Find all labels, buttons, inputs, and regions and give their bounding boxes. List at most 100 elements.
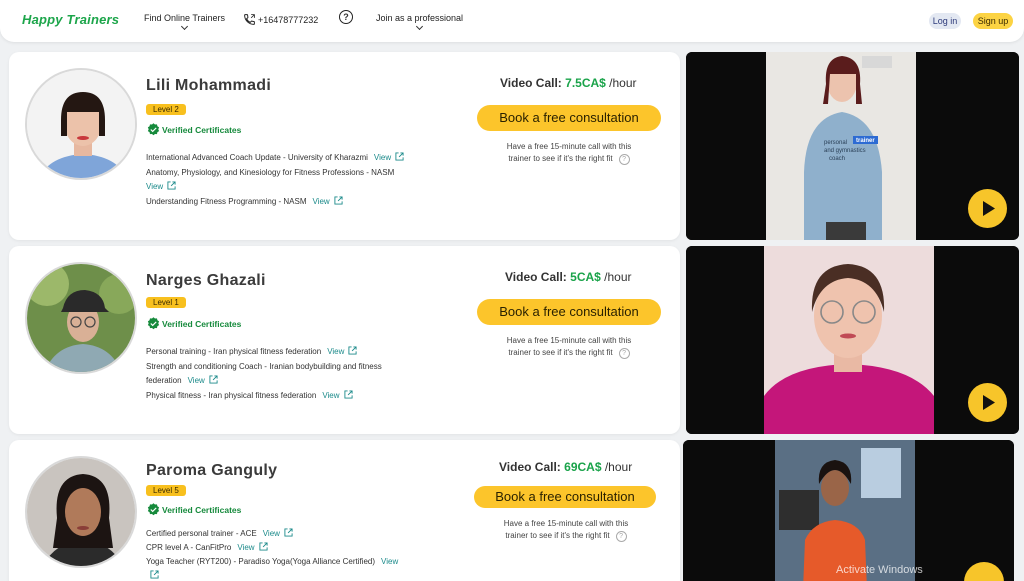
- trainer-card: Lili Mohammadi Level 2 Verified Certific…: [9, 52, 680, 240]
- video-thumbnail: [683, 440, 1014, 581]
- video-call-label: Video Call:: [505, 270, 567, 284]
- certificate-title: Personal training - Iran physical fitnes…: [146, 347, 322, 356]
- verified-certificates: Verified Certificates: [147, 317, 241, 330]
- certificate-item: Physical fitness - Iran physical fitness…: [146, 389, 436, 403]
- video-call-label: Video Call:: [499, 460, 561, 474]
- price-amount: 5CA$: [570, 270, 601, 284]
- verified-certificates: Verified Certificates: [147, 503, 241, 516]
- certificate-item: Yoga Teacher (RYT200) - Paradiso Yoga(Yo…: [146, 555, 436, 581]
- view-certificate-link[interactable]: View: [263, 529, 280, 538]
- certificate-title: Physical fitness - Iran physical fitness…: [146, 391, 317, 400]
- verified-badge-icon: [147, 317, 160, 330]
- nav-join-label: Join as a professional: [376, 13, 464, 23]
- play-icon: [983, 201, 995, 216]
- certificate-title: Yoga Teacher (RYT200) - Paradiso Yoga(Yo…: [146, 557, 376, 566]
- nav-join-professional[interactable]: Join as a professional: [376, 13, 464, 31]
- windows-activation-watermark: Activate Windows: [836, 564, 923, 576]
- book-consultation-button[interactable]: Book a free consultation: [474, 486, 656, 508]
- price-label: Video Call: 5CA$ /hour: [505, 270, 632, 284]
- view-certificate-link[interactable]: View: [146, 182, 163, 191]
- external-link-icon[interactable]: [259, 542, 268, 551]
- trainer-video[interactable]: personal and gymnastics coach trainer: [686, 52, 1019, 240]
- play-button[interactable]: [968, 189, 1007, 228]
- svg-text:trainer: trainer: [856, 138, 875, 144]
- certificate-title: Certified personal trainer - ACE: [146, 529, 257, 538]
- price-unit: /hour: [604, 270, 632, 284]
- certificate-title: Understanding Fitness Programming - NASM: [146, 197, 307, 206]
- level-badge: Level 1: [146, 297, 186, 308]
- note-line: Have a free 15-minute call with this: [503, 519, 629, 528]
- play-icon: [983, 395, 995, 410]
- external-link-icon[interactable]: [348, 346, 357, 355]
- verified-label: Verified Certificates: [162, 504, 242, 515]
- nav-find-trainers[interactable]: Find Online Trainers: [144, 13, 226, 31]
- level-badge: Level 2: [146, 104, 186, 115]
- external-link-icon[interactable]: [167, 181, 176, 190]
- note-line: trainer to see if it's the right fit: [508, 154, 613, 163]
- verified-certificates: Verified Certificates: [147, 123, 241, 136]
- note-line: Have a free 15-minute call with this: [506, 142, 632, 151]
- trainer-name[interactable]: Lili Mohammadi: [146, 77, 271, 95]
- question-icon[interactable]: ?: [618, 348, 630, 359]
- note-line: Have a free 15-minute call with this: [506, 336, 632, 345]
- external-link-icon[interactable]: [343, 390, 353, 399]
- view-certificate-link[interactable]: View: [322, 391, 339, 400]
- trainer-card: Narges Ghazali Level 1 Verified Certific…: [9, 246, 680, 434]
- note-line: trainer to see if it's the right fit: [508, 348, 613, 357]
- question-icon[interactable]: ?: [618, 154, 630, 165]
- trainer-video[interactable]: [683, 440, 1014, 581]
- nav-find-trainers-label: Find Online Trainers: [144, 13, 226, 23]
- question-icon[interactable]: ?: [615, 531, 627, 542]
- price-unit: /hour: [609, 76, 637, 90]
- play-button[interactable]: [968, 383, 1007, 422]
- level-badge: Level 5: [146, 485, 186, 496]
- price-label: Video Call: 69CA$ /hour: [499, 460, 632, 474]
- site-logo[interactable]: Happy Trainers: [22, 12, 119, 27]
- certificate-title: International Advanced Coach Update - Un…: [146, 153, 368, 162]
- login-button[interactable]: Log in: [929, 13, 961, 29]
- external-link-icon[interactable]: [209, 375, 218, 384]
- external-link-icon[interactable]: [284, 528, 293, 537]
- consultation-note: Have a free 15-minute call with this tra…: [496, 518, 636, 542]
- view-certificate-link[interactable]: View: [313, 197, 330, 206]
- verified-badge-icon: [147, 123, 160, 136]
- verified-badge-icon: [147, 503, 160, 516]
- consultation-note: Have a free 15-minute call with this tra…: [499, 335, 639, 359]
- trainer-card: Paroma Ganguly Level 5 Verified Certific…: [9, 440, 680, 581]
- verified-label: Verified Certificates: [162, 124, 242, 135]
- certificate-item: International Advanced Coach Update - Un…: [146, 151, 436, 165]
- trainer-name[interactable]: Narges Ghazali: [146, 272, 266, 290]
- certificate-item: CPR level A - CanFitPro View: [146, 541, 436, 555]
- verified-label: Verified Certificates: [162, 318, 242, 329]
- price-amount: 7.5CA$: [565, 76, 606, 90]
- chevron-down-icon: [415, 22, 423, 31]
- price-label: Video Call: 7.5CA$ /hour: [500, 76, 637, 90]
- certificate-item: Certified personal trainer - ACE View: [146, 527, 436, 541]
- note-line: trainer to see if it's the right fit: [505, 531, 610, 540]
- price-unit: /hour: [604, 460, 633, 474]
- certificate-title: Anatomy, Physiology, and Kinesiology for…: [146, 168, 395, 177]
- book-consultation-button[interactable]: Book a free consultation: [477, 299, 661, 325]
- trainer-avatar[interactable]: [25, 456, 137, 568]
- certificate-title: CPR level A - CanFitPro: [146, 543, 232, 552]
- trainer-name[interactable]: Paroma Ganguly: [146, 462, 277, 480]
- view-certificate-link[interactable]: View: [374, 153, 391, 162]
- external-link-icon[interactable]: [395, 152, 404, 161]
- view-certificate-link[interactable]: View: [327, 347, 344, 356]
- trainer-video[interactable]: [686, 246, 1019, 434]
- phone-icon: [244, 14, 255, 25]
- certificate-item: Strength and conditioning Coach - Irania…: [146, 360, 418, 388]
- view-certificate-link[interactable]: View: [381, 557, 398, 566]
- external-link-icon[interactable]: [334, 196, 343, 205]
- trainer-avatar[interactable]: [25, 68, 137, 180]
- external-link-icon[interactable]: [150, 570, 159, 579]
- book-consultation-button[interactable]: Book a free consultation: [477, 105, 661, 131]
- signup-button[interactable]: Sign up: [973, 13, 1013, 29]
- consultation-note: Have a free 15-minute call with this tra…: [499, 141, 639, 165]
- help-icon[interactable]: ?: [339, 10, 353, 24]
- trainer-avatar[interactable]: [25, 262, 137, 374]
- price-amount: 69CA$: [564, 460, 602, 474]
- view-certificate-link[interactable]: View: [188, 376, 205, 385]
- view-certificate-link[interactable]: View: [237, 543, 254, 552]
- phone-link[interactable]: +16478777232: [243, 13, 318, 26]
